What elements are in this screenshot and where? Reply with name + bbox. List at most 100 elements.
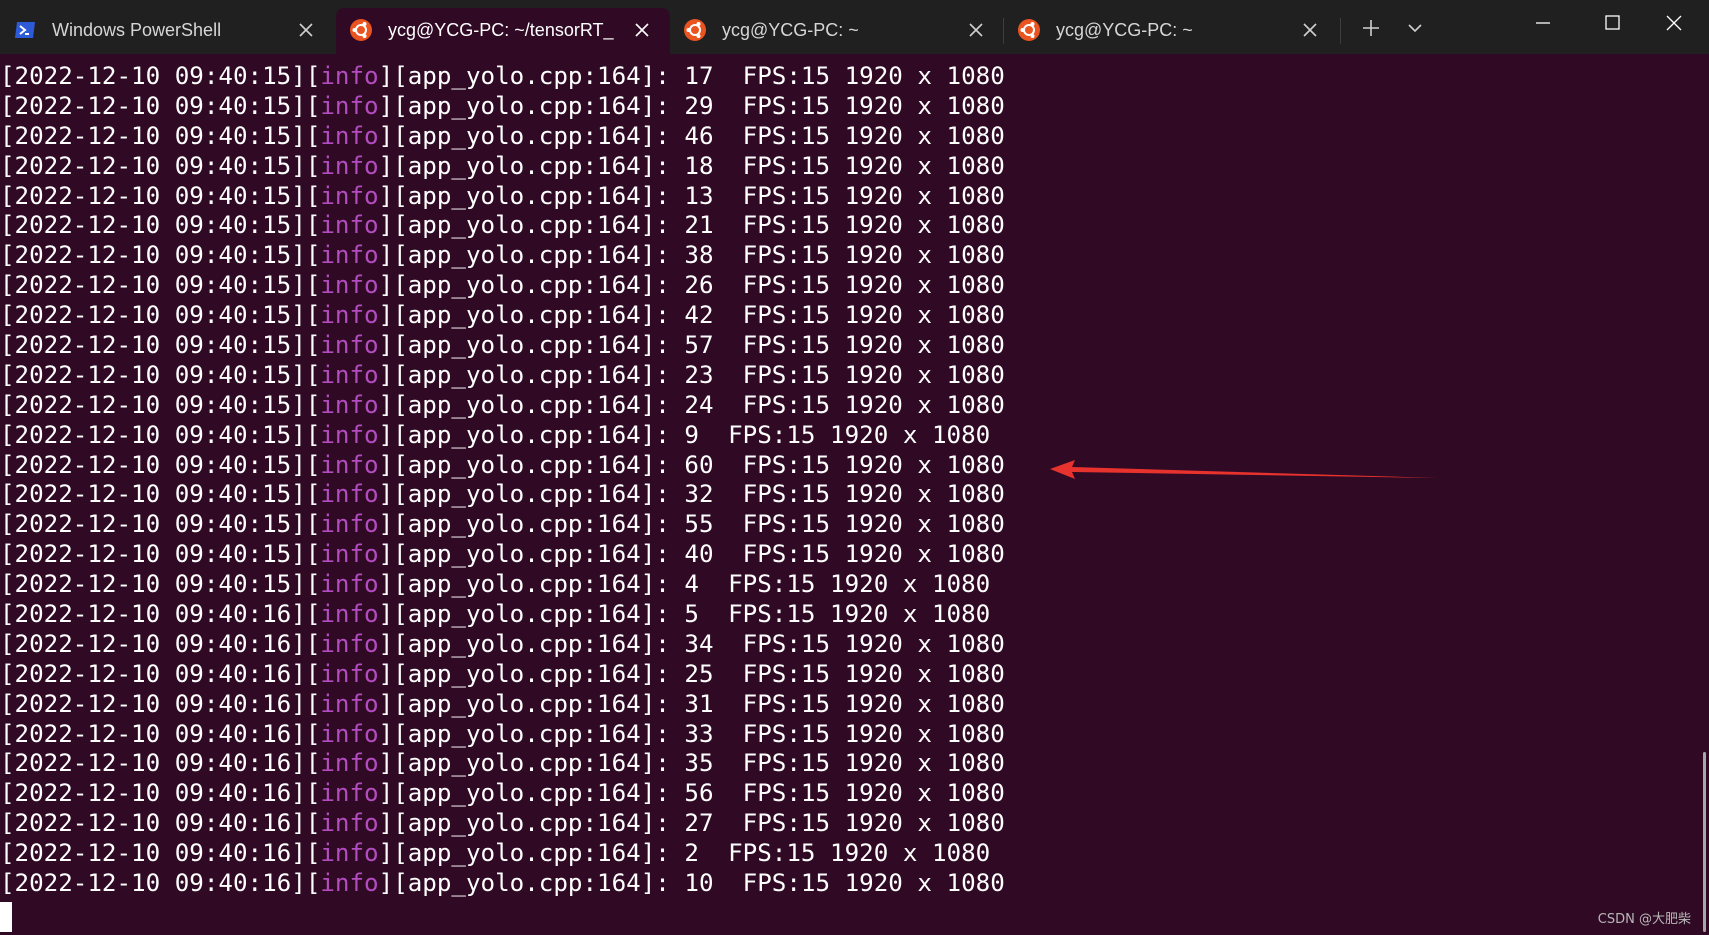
log-level: info	[320, 390, 379, 419]
log-source: [app_yolo.cpp:164]:	[393, 420, 670, 449]
text-cursor	[0, 902, 12, 932]
close-icon[interactable]	[1298, 18, 1322, 42]
chevron-down-icon[interactable]	[1398, 13, 1432, 43]
log-source: [app_yolo.cpp:164]:	[393, 719, 670, 748]
log-line: [2022-12-10 09:40:15][info][app_yolo.cpp…	[0, 391, 1005, 421]
log-line: [2022-12-10 09:40:16][info][app_yolo.cpp…	[0, 660, 1005, 690]
log-timestamp: [2022-12-10 09:40:15]	[0, 510, 306, 539]
close-icon[interactable]	[630, 18, 654, 42]
log-message: 2 FPS:15 1920 x 1080	[669, 839, 991, 868]
log-source: [app_yolo.cpp:164]:	[393, 301, 670, 330]
log-source: [app_yolo.cpp:164]:	[393, 390, 670, 419]
log-timestamp: [2022-12-10 09:40:16]	[0, 869, 306, 898]
terminal-output[interactable]: [2022-12-10 09:40:15][info][app_yolo.cpp…	[0, 54, 1709, 935]
close-icon[interactable]	[294, 18, 318, 42]
tab-windows-powershell[interactable]: Windows PowerShell	[0, 8, 334, 54]
log-message: 24 FPS:15 1920 x 1080	[669, 390, 1005, 419]
ubuntu-icon	[1018, 19, 1040, 41]
bracket: ]	[378, 510, 394, 539]
bracket: ]	[378, 331, 394, 360]
log-line: [2022-12-10 09:40:16][info][app_yolo.cpp…	[0, 869, 1005, 899]
tab-ycg-home-1[interactable]: ycg@YCG-PC: ~	[670, 8, 1004, 54]
log-level: info	[320, 689, 379, 718]
log-timestamp: [2022-12-10 09:40:16]	[0, 839, 306, 868]
log-level: info	[320, 869, 379, 898]
log-line: [2022-12-10 09:40:15][info][app_yolo.cpp…	[0, 451, 1005, 481]
log-level: info	[320, 629, 379, 658]
log-line: [2022-12-10 09:40:15][info][app_yolo.cpp…	[0, 62, 1005, 92]
new-tab-plus-icon[interactable]	[1354, 13, 1388, 43]
bracket: [	[305, 450, 321, 479]
bracket: [	[305, 91, 321, 120]
log-timestamp: [2022-12-10 09:40:15]	[0, 331, 306, 360]
bracket: [	[305, 540, 321, 569]
log-message: 25 FPS:15 1920 x 1080	[669, 659, 1005, 688]
log-timestamp: [2022-12-10 09:40:16]	[0, 659, 306, 688]
log-message: 17 FPS:15 1920 x 1080	[669, 62, 1005, 90]
log-timestamp: [2022-12-10 09:40:15]	[0, 390, 306, 419]
log-message: 9 FPS:15 1920 x 1080	[669, 420, 991, 449]
log-level: info	[320, 450, 379, 479]
terminal-window: Windows PowerShell ycg@YCG-PC: ~/tensorR…	[0, 0, 1709, 935]
minimize-icon[interactable]	[1508, 0, 1578, 46]
log-level: info	[320, 241, 379, 270]
log-line: [2022-12-10 09:40:15][info][app_yolo.cpp…	[0, 211, 1005, 241]
log-message: 57 FPS:15 1920 x 1080	[669, 331, 1005, 360]
bracket: ]	[378, 271, 394, 300]
log-source: [app_yolo.cpp:164]:	[393, 211, 670, 240]
red-arrow-annotation	[1050, 460, 1438, 479]
tab-divider	[1340, 18, 1341, 44]
bracket: [	[305, 241, 321, 270]
bracket: ]	[378, 181, 394, 210]
log-timestamp: [2022-12-10 09:40:15]	[0, 181, 306, 210]
tab-ycg-home-2[interactable]: ycg@YCG-PC: ~	[1004, 8, 1338, 54]
log-message: 55 FPS:15 1920 x 1080	[669, 510, 1005, 539]
window-close-icon[interactable]	[1639, 0, 1709, 46]
bracket: ]	[378, 869, 394, 898]
log-timestamp: [2022-12-10 09:40:15]	[0, 420, 306, 449]
log-message: 46 FPS:15 1920 x 1080	[669, 121, 1005, 150]
bracket: [	[305, 659, 321, 688]
log-source: [app_yolo.cpp:164]:	[393, 779, 670, 808]
bracket: [	[305, 719, 321, 748]
close-icon[interactable]	[964, 18, 988, 42]
log-level: info	[320, 570, 379, 599]
log-line: [2022-12-10 09:40:15][info][app_yolo.cpp…	[0, 480, 1005, 510]
log-line: [2022-12-10 09:40:16][info][app_yolo.cpp…	[0, 600, 1005, 630]
tab-label: ycg@YCG-PC: ~	[1056, 20, 1193, 40]
maximize-icon[interactable]	[1578, 0, 1648, 46]
log-level: info	[320, 809, 379, 838]
log-level: info	[320, 719, 379, 748]
scrollbar-thumb[interactable]	[1703, 752, 1706, 932]
log-message: 18 FPS:15 1920 x 1080	[669, 151, 1005, 180]
log-message: 5 FPS:15 1920 x 1080	[669, 600, 991, 629]
bracket: ]	[378, 241, 394, 270]
bracket: ]	[378, 450, 394, 479]
bracket: ]	[378, 360, 394, 389]
powershell-icon	[15, 22, 35, 38]
log-level: info	[320, 301, 379, 330]
log-line: [2022-12-10 09:40:16][info][app_yolo.cpp…	[0, 779, 1005, 809]
bracket: [	[305, 121, 321, 150]
bracket: ]	[378, 151, 394, 180]
log-message: 29 FPS:15 1920 x 1080	[669, 91, 1005, 120]
log-line: [2022-12-10 09:40:16][info][app_yolo.cpp…	[0, 839, 1005, 869]
log-timestamp: [2022-12-10 09:40:15]	[0, 450, 306, 479]
log-line: [2022-12-10 09:40:15][info][app_yolo.cpp…	[0, 92, 1005, 122]
log-source: [app_yolo.cpp:164]:	[393, 839, 670, 868]
log-level: info	[320, 331, 379, 360]
log-timestamp: [2022-12-10 09:40:15]	[0, 211, 306, 240]
log-line: [2022-12-10 09:40:16][info][app_yolo.cpp…	[0, 749, 1005, 779]
log-source: [app_yolo.cpp:164]:	[393, 540, 670, 569]
log-line: [2022-12-10 09:40:15][info][app_yolo.cpp…	[0, 152, 1005, 182]
bracket: [	[305, 211, 321, 240]
log-line: [2022-12-10 09:40:16][info][app_yolo.cpp…	[0, 720, 1005, 750]
bracket: ]	[378, 809, 394, 838]
tab-ycg-tensorrt[interactable]: ycg@YCG-PC: ~/tensorRT_	[336, 8, 670, 54]
log-line: [2022-12-10 09:40:15][info][app_yolo.cpp…	[0, 301, 1005, 331]
bracket: ]	[378, 480, 394, 509]
bracket: ]	[378, 301, 394, 330]
bracket: [	[305, 749, 321, 778]
log-message: 10 FPS:15 1920 x 1080	[669, 869, 1005, 898]
log-message: 35 FPS:15 1920 x 1080	[669, 749, 1005, 778]
